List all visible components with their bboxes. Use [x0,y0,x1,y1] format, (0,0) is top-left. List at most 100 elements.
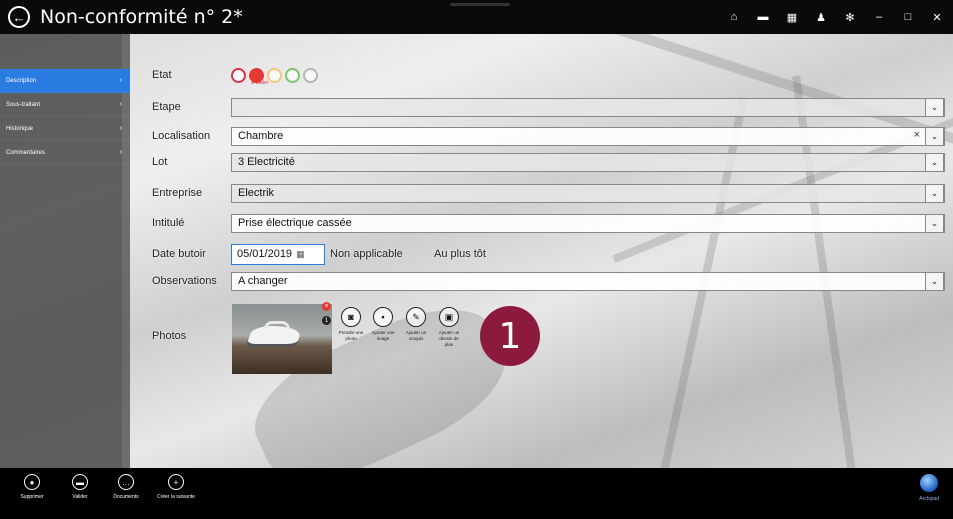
chevron-down-icon[interactable]: ⌄ [925,126,944,146]
calendar-icon[interactable]: ▦ [786,11,798,24]
app-window: ← Non-conformité n° 2* ⌂ ▬ ▦ ♟ ✻ – □ ✕ D… [0,0,953,519]
maximize-icon[interactable]: □ [902,11,914,23]
sidebar-item-label: Historique [6,125,34,132]
lot-label: Lot [152,156,168,168]
user-icon[interactable]: ♟ [815,11,827,24]
iron-handle-shape [264,321,290,329]
date-butoir-row: Date butoir 05/01/2019 ▦ Non applicable … [130,242,953,266]
chevron-down-icon[interactable]: ⌄ [925,97,944,117]
add-image-caption: Ajouter une image [371,330,395,341]
date-butoir-value: 05/01/2019 [237,248,293,260]
add-plan-drawing-button[interactable]: ▣ Ajouter un dessin de plan [435,307,463,348]
add-plan-caption: Ajouter un dessin de plan [438,330,460,347]
observations-value: A changer [238,275,288,287]
date-butoir-input[interactable]: 05/01/2019 ▦ [231,243,325,265]
localisation-row: Localisation Chambre × ⌄ [130,125,953,147]
minimize-icon[interactable]: – [873,11,885,23]
drag-grip[interactable] [450,3,510,6]
sidebar-item-historique[interactable]: Historique › [0,117,130,141]
create-next-button[interactable]: + Créer la suivante [156,474,196,500]
delete-button[interactable]: ● Supprimer [12,474,52,500]
chevron-down-icon[interactable]: ⌄ [925,183,944,203]
observations-row: Observations A changer ⌄ [130,270,953,292]
delete-photo-icon[interactable]: × [322,302,331,311]
home-icon[interactable]: ⌂ [728,11,740,23]
entreprise-value: Electrik [238,187,275,199]
photo-thumbnail[interactable] [232,304,332,374]
state-circle-3[interactable] [267,67,282,83]
chevron-down-icon[interactable]: ⌄ [925,213,944,233]
bottom-app-bar: ● Supprimer ▬ Valider … Documents + Crée… [0,468,953,519]
sidebar-item-label: Description [6,77,37,84]
sidebar-item-commentaires[interactable]: Commentaires › [0,141,130,165]
etape-row: Etape ⌄ [130,96,953,118]
brand-name: Archipad [919,496,939,502]
page-title: Non-conformité n° 2* [40,6,243,28]
chevron-right-icon: › [119,77,122,84]
chevron-down-icon[interactable]: ⌄ [925,271,944,291]
etat-label: Etat [152,69,172,81]
sidebar-item-label: Sous-traitant [6,101,41,108]
clear-icon[interactable]: × [914,129,920,141]
image-icon: ▪ [373,307,393,327]
documents-button[interactable]: … Documents [104,474,148,500]
globe-icon [920,474,939,492]
pencil-icon: ✎ [406,307,426,327]
lot-value: 3 Electricité [238,156,295,168]
sidebar-item-label: Commentaires [6,149,46,156]
lot-row: Lot 3 Electricité ⌄ [130,151,953,173]
state-caption: À traiter [251,80,269,86]
callout-badge: 1 [480,306,540,366]
localisation-value: Chambre [238,130,284,142]
add-image-button[interactable]: ▪ Ajouter une image [369,307,397,342]
localisation-label: Localisation [152,130,211,142]
state-circle-4[interactable] [285,67,300,83]
entreprise-label: Entreprise [152,187,203,199]
description-form: Etat À traiter Etape ⌄ Localisation Cham… [130,34,953,468]
brand-logo: Archipad [919,474,939,502]
photos-label: Photos [152,330,187,342]
non-applicable-option[interactable]: Non applicable [330,248,403,260]
chevron-right-icon: › [119,149,122,156]
close-icon[interactable]: ✕ [931,11,943,24]
intitule-input[interactable]: Prise électrique cassée ⌄ [231,213,945,233]
plan-icon: ▣ [439,307,459,327]
take-photo-button[interactable]: ◙ Prendre une photo [337,307,365,342]
state-selector [231,67,318,83]
arrow-left-icon: ← [12,9,26,25]
settings-icon[interactable]: ✻ [844,11,856,24]
chevron-down-icon[interactable]: ⌄ [925,152,944,172]
validate-caption: Valider [72,494,88,500]
state-circle-1[interactable] [231,67,246,83]
chevron-right-icon: › [119,101,122,108]
entreprise-select[interactable]: Electrik ⌄ [231,183,945,203]
state-circle-5[interactable] [303,67,318,83]
documents-caption: Documents [113,494,139,500]
calendar-icon[interactable]: ▦ [296,249,305,260]
observations-input[interactable]: A changer ⌄ [231,271,945,291]
localisation-select[interactable]: Chambre × ⌄ [231,126,945,146]
delete-caption: Supprimer [20,494,44,500]
intitule-row: Intitulé Prise électrique cassée ⌄ [130,212,953,234]
folder-icon[interactable]: ▬ [757,11,769,23]
etape-label: Etape [152,101,181,113]
etape-select[interactable]: ⌄ [231,97,945,117]
sidebar: Description › Sous-traitant › Historique… [0,34,130,468]
photo-count-badge: 1 [322,316,331,325]
sidebar-item-description[interactable]: Description › [0,69,130,93]
save-icon: ▬ [72,474,88,490]
date-butoir-label: Date butoir [152,248,206,260]
back-button[interactable]: ← [8,6,30,28]
add-icon: + [168,474,184,490]
intitule-value: Prise électrique cassée [238,217,352,229]
take-photo-caption: Prendre une photo [338,330,364,341]
entreprise-row: Entreprise Electrik ⌄ [130,182,953,204]
lot-select[interactable]: 3 Electricité ⌄ [231,152,945,172]
validate-button[interactable]: ▬ Valider [62,474,98,500]
au-plus-tot-option[interactable]: Au plus tôt [434,248,486,260]
title-bar: ← Non-conformité n° 2* ⌂ ▬ ▦ ♟ ✻ – □ ✕ [0,0,953,34]
add-sketch-button[interactable]: ✎ Ajouter un croquis [402,307,430,342]
sidebar-item-sous-traitant[interactable]: Sous-traitant › [0,93,130,117]
delete-icon: ● [24,474,40,490]
observations-label: Observations [152,275,217,287]
